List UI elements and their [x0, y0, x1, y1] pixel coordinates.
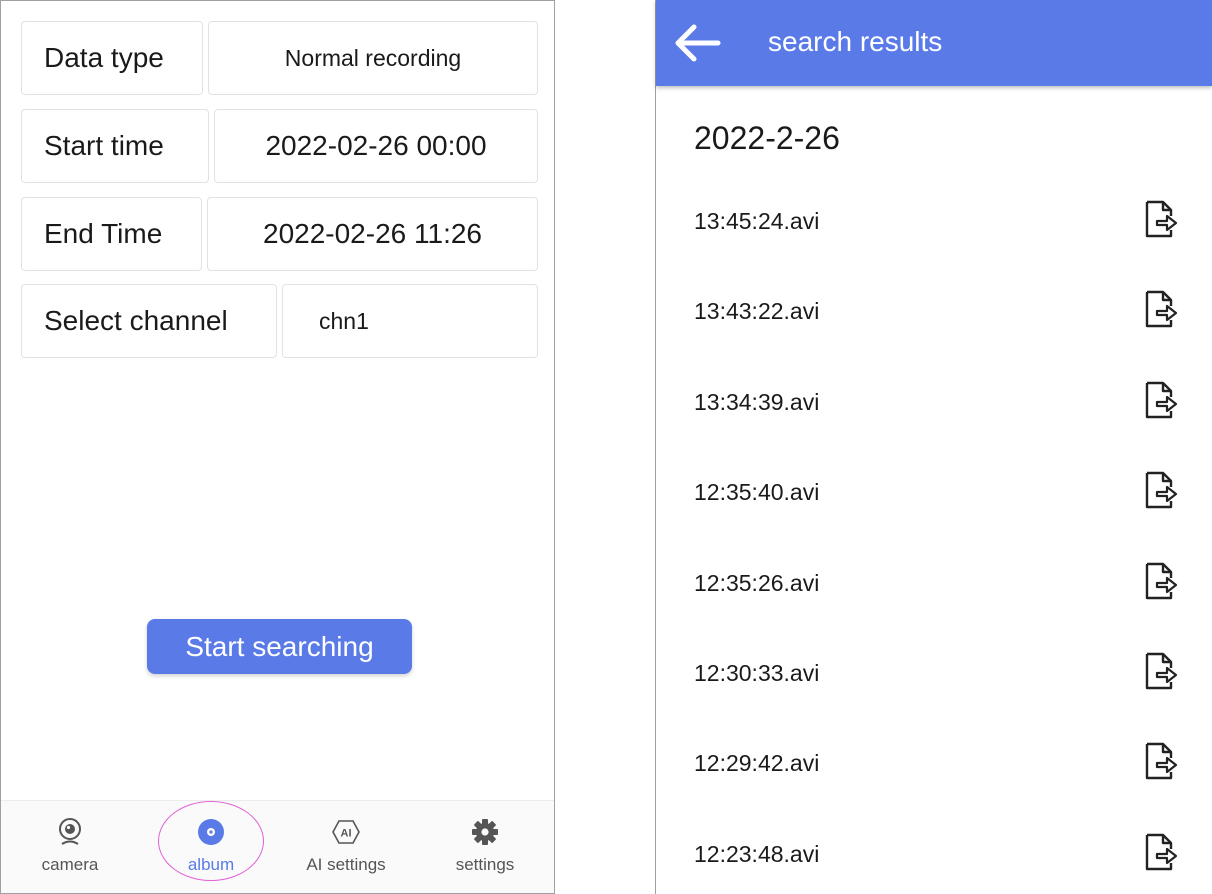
app-bar: search results	[656, 0, 1212, 86]
file-name: 12:29:42.avi	[694, 750, 820, 777]
file-name: 13:43:22.avi	[694, 298, 820, 325]
file-export-icon[interactable]	[1143, 290, 1179, 330]
start-time-field[interactable]: 2022-02-26 00:00	[214, 109, 538, 183]
file-export-icon[interactable]	[1143, 562, 1179, 602]
end-time-value: 2022-02-26 11:26	[263, 218, 482, 249]
data-type-label-cell: Data type	[21, 21, 203, 95]
channel-label: Select channel	[44, 305, 228, 336]
channel-label-cell: Select channel	[21, 284, 277, 358]
file-export-icon[interactable]	[1143, 833, 1179, 873]
bottom-navigation: camera album AI AI settings settings	[1, 800, 554, 893]
nav-item-ai-settings[interactable]: AI AI settings	[277, 801, 415, 893]
start-time-label: Start time	[44, 130, 164, 161]
nav-item-album[interactable]: album	[142, 801, 280, 893]
file-export-icon[interactable]	[1143, 742, 1179, 782]
data-type-select[interactable]: Normal recording	[208, 21, 538, 95]
file-row[interactable]: 13:43:22.avi	[656, 282, 1212, 342]
back-arrow-icon	[675, 24, 721, 62]
back-button[interactable]	[672, 21, 724, 65]
page-title: search results	[768, 26, 943, 57]
file-row[interactable]: 12:30:33.avi	[656, 644, 1212, 704]
file-export-icon[interactable]	[1143, 381, 1179, 421]
file-export-icon[interactable]	[1143, 200, 1179, 240]
gear-icon	[471, 817, 499, 847]
ai-badge-icon: AI	[331, 817, 361, 847]
date-heading: 2022-2-26	[694, 120, 840, 156]
file-row[interactable]: 12:23:48.avi	[656, 825, 1212, 885]
file-export-icon[interactable]	[1143, 471, 1179, 511]
data-type-value: Normal recording	[284, 44, 462, 71]
end-time-label: End Time	[44, 218, 163, 249]
nav-label-ai-settings: AI settings	[306, 855, 386, 874]
file-row[interactable]: 12:35:26.avi	[656, 554, 1212, 614]
file-row[interactable]: 13:34:39.avi	[656, 373, 1212, 433]
nav-item-camera[interactable]: camera	[1, 801, 139, 893]
nav-item-settings[interactable]: settings	[416, 801, 554, 893]
start-time-value: 2022-02-26 00:00	[265, 130, 487, 161]
start-time-label-cell: Start time	[21, 109, 209, 183]
nav-label-camera: camera	[41, 855, 99, 874]
svg-text:AI: AI	[341, 828, 352, 840]
file-name: 13:45:24.avi	[694, 208, 820, 234]
results-screen: search results 2022-2-26 13:45:24.avi 13:…	[655, 0, 1212, 894]
file-row[interactable]: 12:35:40.avi	[656, 463, 1212, 523]
file-row[interactable]: 12:29:42.avi	[656, 734, 1212, 794]
file-name: 13:34:39.avi	[694, 388, 820, 415]
file-name: 12:23:48.avi	[694, 840, 820, 867]
file-name: 12:35:40.avi	[694, 479, 820, 506]
file-name: 12:35:26.avi	[694, 569, 820, 596]
end-time-field[interactable]: 2022-02-26 11:26	[207, 197, 538, 271]
nav-label-settings: settings	[455, 855, 515, 874]
nav-label-album: album	[187, 855, 235, 874]
file-name: 12:30:33.avi	[694, 660, 820, 686]
webcam-icon	[57, 817, 83, 847]
file-export-icon[interactable]	[1143, 652, 1179, 692]
channel-select[interactable]: chn1	[282, 284, 538, 358]
end-time-label-cell: End Time	[21, 197, 202, 271]
file-row[interactable]: 13:45:24.avi	[656, 192, 1212, 252]
album-disc-icon	[197, 817, 225, 847]
data-type-label: Data type	[44, 42, 164, 73]
channel-value: chn1	[319, 307, 369, 334]
start-searching-button[interactable]: Start searching	[147, 619, 412, 674]
search-screen: Data type Normal recording Start time 20…	[0, 0, 555, 894]
